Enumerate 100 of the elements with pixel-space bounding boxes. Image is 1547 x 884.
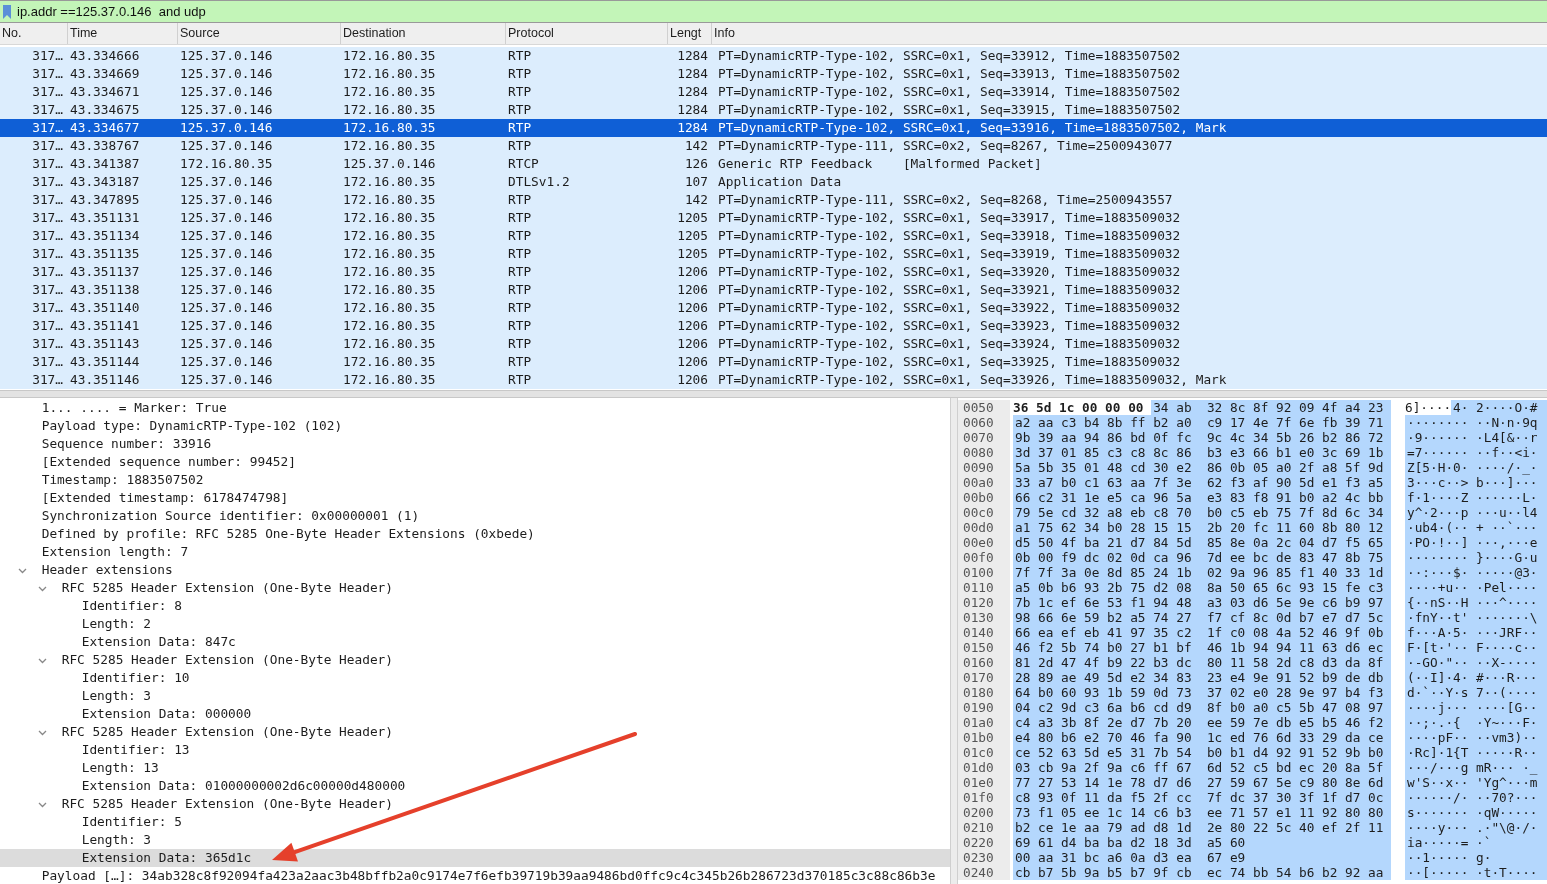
column-header[interactable]: Source — [178, 23, 341, 44]
packet-row[interactable]: 317… 43.341387 172.16.80.35 125.37.0.146 RTCP 126 Generic RTP Feedback [Malformed Packet] — [0, 155, 1547, 173]
table-cell-text: 1205 — [676, 245, 709, 263]
table-cell-text: 43.347895 — [69, 191, 141, 209]
tree-item[interactable]: RFC 5285 Header Extension (One-Byte Header) — [0, 723, 950, 741]
tree-item[interactable]: Length: 3 — [0, 831, 950, 849]
column-header[interactable]: Time — [68, 23, 178, 44]
table-cell-text: 125.37.0.146 — [179, 335, 274, 353]
byte-offset: 0230 — [958, 850, 1010, 865]
table-cell-text: Generic RTP Feedback [Malformed Packet] — [717, 155, 1043, 173]
tree-item[interactable]: Extension Data: 847c — [0, 633, 950, 651]
column-header[interactable]: Lengt — [668, 23, 712, 44]
packet-row[interactable]: 317… 43.351143 125.37.0.146 172.16.80.35 RTP 1206 PT=DynamicRTP-Type-102, SSRC=0x1, Seq=33924, Time=1883509032 — [0, 335, 1547, 353]
hex-bytes: b2 ce 1e aa 79 ad d8 1d 2e 80 22 5c 40 ef 2f 11 — [1013, 820, 1391, 835]
table-cell-text: 1284 — [676, 65, 709, 83]
hex-bytes: 03 cb 9a 2f 9a c6 ff 67 6d 52 c5 bd ec 20 8a 5f — [1013, 760, 1391, 775]
packet-row[interactable]: 317… 43.334675 125.37.0.146 172.16.80.35 RTP 1284 PT=DynamicRTP-Type-102, SSRC=0x1, Seq=33915, Time=1883507502 — [0, 101, 1547, 119]
table-cell-text: 172.16.80.35 — [342, 335, 437, 353]
packet-row[interactable]: 317… 43.334666 125.37.0.146 172.16.80.35 RTP 1284 PT=DynamicRTP-Type-102, SSRC=0x1, Seq=33912, Time=1883507502 — [0, 47, 1547, 65]
chevron-down-icon[interactable] — [38, 584, 47, 593]
tree-item[interactable]: Synchronization Source identifier: 0x00000001 (1) — [0, 507, 950, 525]
table-cell-text: 172.16.80.35 — [342, 119, 437, 137]
table-cell-text: 125.37.0.146 — [179, 173, 274, 191]
ascii-bytes: =7······ ··f··<i· — [1405, 445, 1547, 460]
table-cell-text: 43.334677 — [69, 119, 141, 137]
tree-item[interactable]: Identifier: 13 — [0, 741, 950, 759]
column-header[interactable]: Destination — [341, 23, 506, 44]
packet-row[interactable]: 317… 43.351146 125.37.0.146 172.16.80.35 RTP 1206 PT=DynamicRTP-Type-102, SSRC=0x1, Seq=33926, Time=1883509032, Mark — [0, 371, 1547, 389]
hex-bytes: 33 a7 b0 c1 63 aa 7f 3e 62 f3 af 90 5d e1 f3 a5 — [1013, 475, 1391, 490]
display-filter-field[interactable]: ip.addr ==125.37.0.146 and udp — [16, 0, 1547, 23]
column-header[interactable]: Info — [712, 23, 1547, 44]
tree-item[interactable]: Identifier: 8 — [0, 597, 950, 615]
table-cell-text: PT=DynamicRTP-Type-102, SSRC=0x1, Seq=33914, Time=1883507502 — [717, 83, 1182, 101]
tree-item[interactable]: RFC 5285 Header Extension (One-Byte Header) — [0, 579, 950, 597]
byte-offset: 00e0 — [958, 535, 1010, 550]
chevron-down-icon[interactable] — [38, 728, 47, 737]
tree-item[interactable]: Defined by profile: RFC 5285 One-Byte Header Extensions (0xbede) — [0, 525, 950, 543]
bookmark-icon[interactable] — [3, 5, 11, 19]
hex-bytes: 3d 37 01 85 c3 c8 8c 86 b3 e3 66 b1 e0 3c 69 1b — [1013, 445, 1391, 460]
byte-offset: 0100 — [958, 565, 1010, 580]
splitter-handle[interactable] — [950, 398, 958, 884]
hex-bytes: a2 aa c3 b4 8b ff b2 a0 c9 17 4e 7f 6e fb 39 71 — [1013, 415, 1391, 430]
table-cell-text: PT=DynamicRTP-Type-102, SSRC=0x1, Seq=33917, Time=1883509032 — [717, 209, 1182, 227]
tree-item[interactable]: Sequence number: 33916 — [0, 435, 950, 453]
table-cell-text: 125.37.0.146 — [179, 281, 274, 299]
tree-item[interactable]: Extension length: 7 — [0, 543, 950, 561]
table-cell-text: 172.16.80.35 — [342, 317, 437, 335]
table-cell-text: PT=DynamicRTP-Type-102, SSRC=0x1, Seq=33925, Time=1883509032 — [717, 353, 1182, 371]
chevron-down-icon[interactable] — [18, 566, 27, 575]
hex-bytes: 28 89 ae 49 5d e2 34 83 23 e4 9e 91 52 b9 de db — [1013, 670, 1391, 685]
table-cell-text: DTLSv1.2 — [507, 173, 571, 191]
ascii-bytes: ··;·.·{ ·Y~···F· — [1405, 715, 1547, 730]
tree-item[interactable]: Length: 13 — [0, 759, 950, 777]
packet-row[interactable]: 317… 43.334671 125.37.0.146 172.16.80.35 RTP 1284 PT=DynamicRTP-Type-102, SSRC=0x1, Seq=33914, Time=1883507502 — [0, 83, 1547, 101]
packet-row[interactable]: 317… 43.334677 125.37.0.146 172.16.80.35 RTP 1284 PT=DynamicRTP-Type-102, SSRC=0x1, Seq=33916, Time=1883507502, Mark — [0, 119, 1547, 137]
splitter-handle[interactable] — [0, 390, 1547, 398]
table-cell-text: 1206 — [676, 299, 709, 317]
packet-row[interactable]: 317… 43.351144 125.37.0.146 172.16.80.35 RTP 1206 PT=DynamicRTP-Type-102, SSRC=0x1, Seq=33925, Time=1883509032 — [0, 353, 1547, 371]
chevron-down-icon[interactable] — [38, 800, 47, 809]
tree-item[interactable]: Timestamp: 1883507502 — [0, 471, 950, 489]
table-cell-text: 172.16.80.35 — [342, 65, 437, 83]
table-cell-text: 125.37.0.146 — [179, 83, 274, 101]
hex-bytes: cb b7 5b 9a b5 b7 9f cb ec 74 bb 54 b6 b2 92 aa — [1013, 865, 1391, 880]
tree-item[interactable]: Header extensions — [0, 561, 950, 579]
tree-item[interactable]: RFC 5285 Header Extension (One-Byte Header) — [0, 795, 950, 813]
tree-item[interactable]: Extension Data: 365d1c — [0, 849, 950, 867]
packet-row[interactable]: 317… 43.351138 125.37.0.146 172.16.80.35 RTP 1206 PT=DynamicRTP-Type-102, SSRC=0x1, Seq=33921, Time=1883509032 — [0, 281, 1547, 299]
tree-item[interactable]: Payload […]: 34ab328c8f92094fa423a2aac3b48bffb2a0c9174e7f6efb39719b39aa9486bd0ffc9c4c345b26b286723d370185c3c88c86b3e — [0, 867, 950, 884]
table-cell-text: PT=DynamicRTP-Type-102, SSRC=0x1, Seq=33915, Time=1883507502 — [717, 101, 1182, 119]
tree-item[interactable]: Payload type: DynamicRTP-Type-102 (102) — [0, 417, 950, 435]
tree-item[interactable]: Length: 2 — [0, 615, 950, 633]
table-cell-text: RTP — [507, 83, 533, 101]
tree-item[interactable]: Length: 3 — [0, 687, 950, 705]
packet-row[interactable]: 317… 43.351140 125.37.0.146 172.16.80.35 RTP 1206 PT=DynamicRTP-Type-102, SSRC=0x1, Seq=33922, Time=1883509032 — [0, 299, 1547, 317]
tree-item[interactable]: Extension Data: 000000 — [0, 705, 950, 723]
tree-item[interactable]: [Extended timestamp: 6178474798] — [0, 489, 950, 507]
packet-row[interactable]: 317… 43.351134 125.37.0.146 172.16.80.35 RTP 1205 PT=DynamicRTP-Type-102, SSRC=0x1, Seq=33918, Time=1883509032 — [0, 227, 1547, 245]
table-cell-text: 317… — [31, 65, 64, 83]
column-header[interactable]: No. — [0, 23, 68, 44]
tree-item[interactable]: 1... .... = Marker: True — [0, 399, 950, 417]
packet-row[interactable]: 317… 43.338767 125.37.0.146 172.16.80.35 RTP 142 PT=DynamicRTP-Type-111, SSRC=0x2, Seq=8267, Time=2500943077 — [0, 137, 1547, 155]
packet-row[interactable]: 317… 43.351135 125.37.0.146 172.16.80.35 RTP 1205 PT=DynamicRTP-Type-102, SSRC=0x1, Seq=33919, Time=1883509032 — [0, 245, 1547, 263]
column-header[interactable]: Protocol — [506, 23, 668, 44]
ascii-bytes: ····y··· .·"\@·/· — [1405, 820, 1547, 835]
table-cell-text: 125.37.0.146 — [179, 245, 274, 263]
packet-row[interactable]: 317… 43.351137 125.37.0.146 172.16.80.35 RTP 1206 PT=DynamicRTP-Type-102, SSRC=0x1, Seq=33920, Time=1883509032 — [0, 263, 1547, 281]
packet-row[interactable]: 317… 43.351141 125.37.0.146 172.16.80.35 RTP 1206 PT=DynamicRTP-Type-102, SSRC=0x1, Seq=33923, Time=1883509032 — [0, 317, 1547, 335]
tree-item[interactable]: Identifier: 10 — [0, 669, 950, 687]
chevron-down-icon[interactable] — [38, 656, 47, 665]
packet-row[interactable]: 317… 43.343187 125.37.0.146 172.16.80.35 DTLSv1.2 107 Application Data — [0, 173, 1547, 191]
tree-item[interactable]: RFC 5285 Header Extension (One-Byte Header) — [0, 651, 950, 669]
table-cell-text: RTP — [507, 191, 533, 209]
tree-item[interactable]: Identifier: 5 — [0, 813, 950, 831]
hex-bytes: 9b 39 aa 94 86 bd 0f fc 9c 4c 34 5b 26 b2 86 72 — [1013, 430, 1391, 445]
packet-row[interactable]: 317… 43.351131 125.37.0.146 172.16.80.35 RTP 1205 PT=DynamicRTP-Type-102, SSRC=0x1, Seq=33917, Time=1883509032 — [0, 209, 1547, 227]
table-cell-text: PT=DynamicRTP-Type-102, SSRC=0x1, Seq=33913, Time=1883507502 — [717, 65, 1182, 83]
tree-item[interactable]: [Extended sequence number: 99452] — [0, 453, 950, 471]
tree-item[interactable]: Extension Data: 01000000002d6c00000d480000 — [0, 777, 950, 795]
packet-row[interactable]: 317… 43.347895 125.37.0.146 172.16.80.35 RTP 142 PT=DynamicRTP-Type-111, SSRC=0x2, Seq=8268, Time=2500943557 — [0, 191, 1547, 209]
packet-row[interactable]: 317… 43.334669 125.37.0.146 172.16.80.35 RTP 1284 PT=DynamicRTP-Type-102, SSRC=0x1, Seq=33913, Time=1883507502 — [0, 65, 1547, 83]
